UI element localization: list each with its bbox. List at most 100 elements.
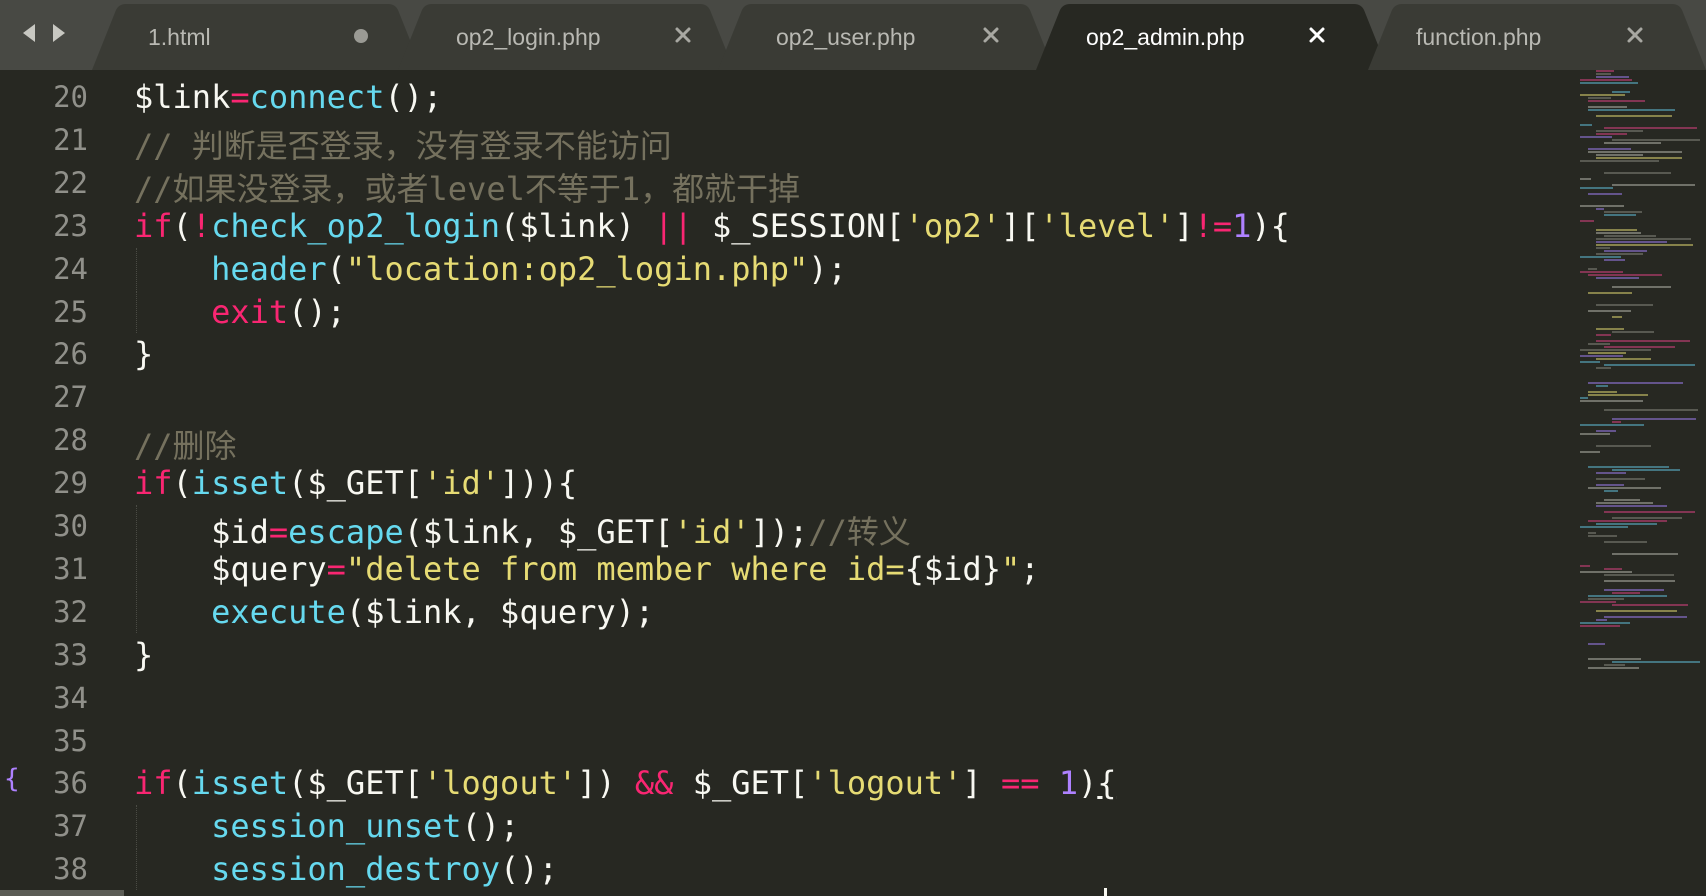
code-token: ][ [1000,207,1040,245]
code-line[interactable]: 29 if(isset($_GET['id'])){ [0,462,1560,504]
minimap-line [1612,592,1640,594]
arrow-left-icon[interactable] [18,22,40,44]
tab-shape [92,4,422,70]
minimap-line [1612,184,1695,186]
horizontal-scrollbar[interactable] [0,890,124,896]
tab-op2-admin-php[interactable]: op2_admin.php [1036,4,1388,70]
code-token: (); [384,78,443,116]
minimap-line [1580,124,1592,126]
code-line[interactable]: 23 if(!check_op2_login($link) || $_SESSIO… [0,205,1560,247]
close-x-icon[interactable] [1306,24,1328,46]
code-token: {$id} [904,550,1001,588]
minimap-line [1604,346,1675,348]
code-line[interactable]: 33} [0,634,1560,676]
code-text: header("location:op2_login.php"); [134,250,847,288]
code-line[interactable]: 32 execute($link, $query); [0,591,1560,633]
minimap-line [1604,127,1697,129]
minimap-line [1588,598,1624,600]
code-line[interactable]: 28 //删除 [0,419,1560,465]
tab-label: op2_login.php [456,24,601,50]
code-token: || [654,207,693,245]
code-line[interactable]: 21 // 判断是否登录，没有登录不能访问 [0,119,1560,165]
code-token: (); [500,850,558,888]
minimap-line [1604,364,1695,366]
code-text: exit(); [134,293,346,331]
minimap-line [1580,433,1610,435]
minimap-line [1580,355,1623,357]
code-text: //删除 [134,421,237,467]
minimap-line [1612,331,1654,333]
minimap-line [1596,277,1639,279]
code-token: ){ [1251,207,1290,245]
code-line[interactable]: {36 if(isset($_GET['logout']) && $_GET['l… [0,762,1560,804]
minimap-line [1604,235,1656,237]
minimap-line [1580,160,1659,162]
code-text: // 判断是否登录，没有登录不能访问 [134,121,672,167]
minimap-line [1596,340,1690,342]
code-line[interactable]: 22 //如果没登录，或者level不等于1，都就干掉 [0,162,1560,208]
editor-window: 1.html op2_login.php op2_user.php op2_admin… [0,0,1706,896]
tab-op2-user-php[interactable]: op2_user.php [718,4,1054,70]
minimap-line [1588,106,1627,108]
minimap-line [1588,391,1617,393]
minimap-line [1612,421,1621,423]
minimap-line [1596,70,1614,72]
code-token: 'id' [673,513,751,551]
code-editor[interactable]: 20 $link=connect(); 21// 判断是否登录，没有登录不能访问 22… [0,70,1560,896]
code-line[interactable]: 34 [0,677,1560,719]
minimap-line [1588,343,1610,345]
code-line[interactable]: 38 session_destroy(); [0,848,1560,890]
code-line[interactable]: 25 exit(); [0,291,1560,333]
dot-icon[interactable] [350,24,372,46]
code-line[interactable]: 31 $query="delete from member where id={… [0,548,1560,590]
minimap-line [1580,271,1623,273]
minimap-line [1588,643,1605,645]
code-token: ($link) [500,207,655,245]
minimap[interactable] [1568,70,1706,750]
arrow-right-icon[interactable] [48,22,70,44]
minimap-line [1596,478,1645,480]
code-token: } [134,636,154,674]
code-line[interactable]: 37 session_unset(); [0,805,1560,847]
close-x-icon[interactable] [980,24,1002,46]
minimap-line [1596,358,1651,360]
tab-op2-login-php[interactable]: op2_login.php [398,4,734,70]
minimap-line [1604,250,1647,252]
code-token: if [134,207,173,245]
tab-function-php[interactable]: function.php [1368,4,1706,70]
code-line[interactable]: 30 $id=escape($link, $_GET['id']);//转义 [0,505,1560,551]
minimap-line [1588,292,1632,294]
code-token: ] [1174,207,1194,245]
minimap-line [1580,349,1651,351]
minimap-line [1604,541,1647,543]
tab-1-html[interactable]: 1.html [92,4,422,70]
tab-label: function.php [1416,24,1542,50]
code-token: ($link, $_GET[ [403,513,674,551]
tab-navigation [18,22,74,44]
close-x-icon[interactable] [672,24,694,46]
code-token: ])){ [500,464,578,502]
minimap-line [1580,451,1600,453]
minimap-line [1604,574,1674,576]
minimap-line [1604,499,1640,501]
code-line[interactable]: 35 [0,720,1560,762]
line-number: 28 [53,423,88,457]
minimap-line [1596,208,1604,210]
minimap-line [1612,604,1688,606]
line-number: 22 [53,166,88,200]
close-x-icon[interactable] [1624,24,1646,46]
code-line[interactable]: 20 $link=connect(); [0,76,1560,118]
line-number: 38 [53,852,88,886]
minimap-line [1604,664,1625,666]
line-number: 30 [53,509,88,543]
line-number: 32 [53,595,88,629]
code-line[interactable]: 27 [0,376,1560,418]
code-line[interactable]: 24 header("location:op2_login.php"); [0,248,1560,290]
code-token: "location:op2_login.php" [345,250,809,288]
code-line[interactable]: 26} [0,333,1560,375]
minimap-line [1588,535,1617,537]
